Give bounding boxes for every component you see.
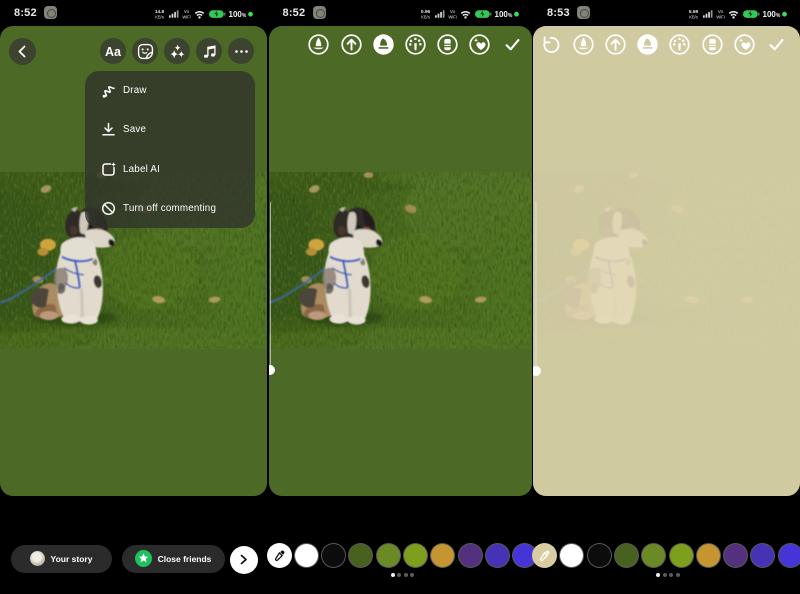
svg-text:Aa: Aa <box>105 45 122 59</box>
